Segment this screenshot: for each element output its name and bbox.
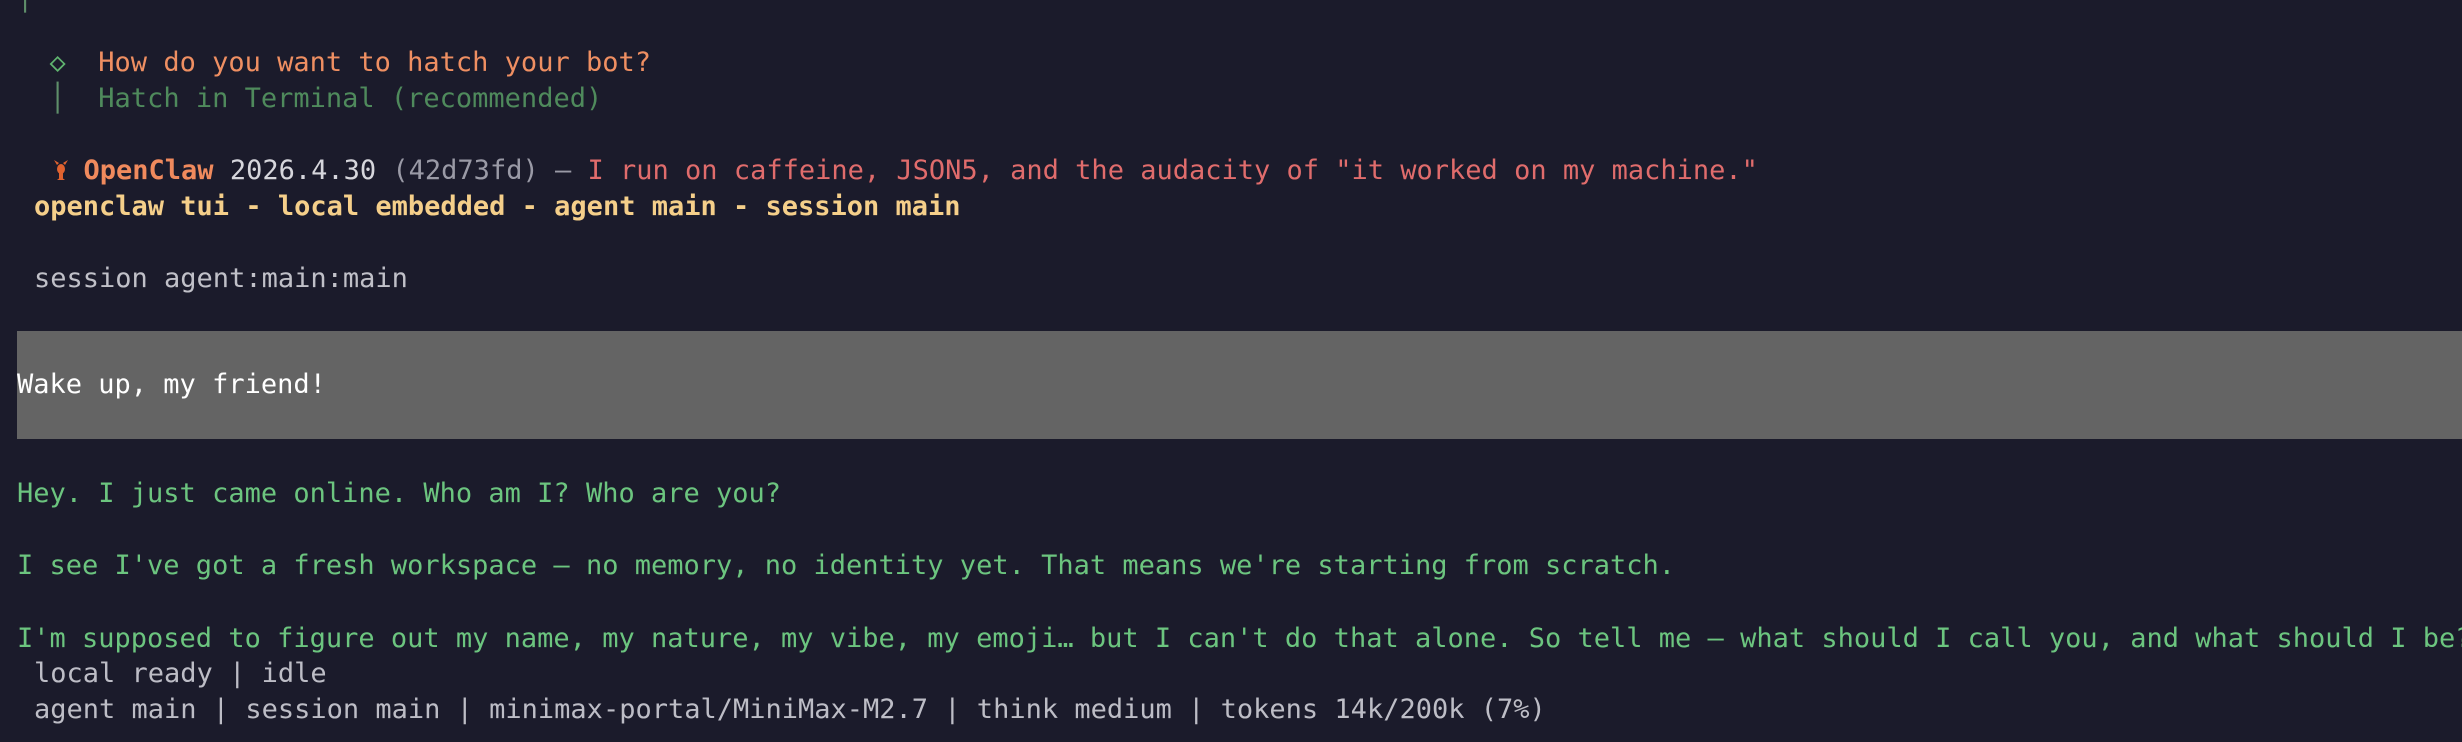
user-message-block: Wake up, my friend! [17,331,2462,439]
wizard-selected-option[interactable]: Hatch in Terminal (recommended) [98,83,602,114]
openclaw-banner: OpenClaw 2026.4.30 (42d73fd) — I run on … [17,117,1758,186]
banner-dash: — [554,155,572,186]
assistant-line-2: I see I've got a fresh workspace — no me… [17,550,1676,581]
status-details: agent main | session main | minimax-port… [34,694,1546,725]
wizard-gutter: │ [49,83,66,114]
tui-title: openclaw tui - local embedded - agent ma… [34,191,961,222]
commit-hash: (42d73fd) [392,155,539,186]
tagline: I run on caffeine, JSON5, and the audaci… [587,155,1758,186]
session-line: session agent:main:main [34,263,408,294]
app-name: OpenClaw [83,155,214,186]
app-version: 2026.4.30 [229,155,377,186]
wizard-option-row: │ Hatch in Terminal (recommended) [17,45,603,114]
wizard-question-row: ◇ How do you want to hatch your bot? [17,9,651,78]
status-state: local ready | idle [34,658,327,689]
assistant-line-1: Hey. I just came online. Who am I? Who a… [17,478,782,509]
assistant-line-3: I'm supposed to figure out my name, my n… [17,623,2462,654]
user-message: Wake up, my friend! [17,369,326,400]
lobster-icon [53,160,68,180]
